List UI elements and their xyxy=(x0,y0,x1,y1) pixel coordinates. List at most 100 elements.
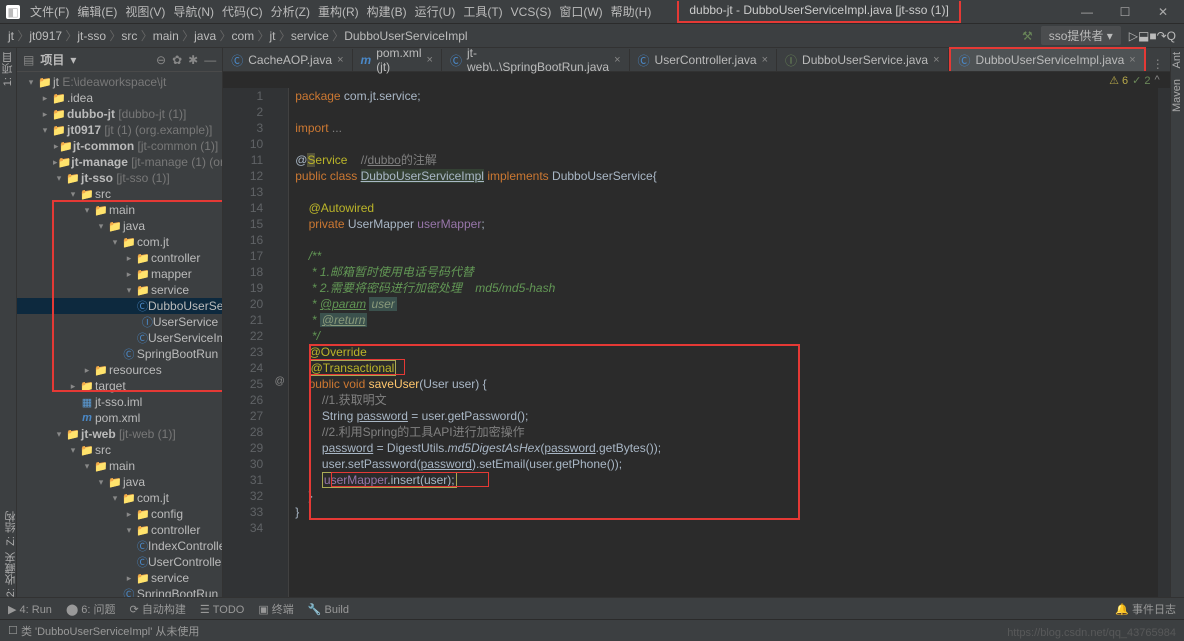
tree-node[interactable]: ▾ 📁 com.jt xyxy=(17,234,222,250)
toolbar-icon[interactable]: Q xyxy=(1167,29,1176,43)
editor-tab[interactable]: Ⓒ jt-web\..\SpringBootRun.java × xyxy=(442,49,630,71)
statusbar-item[interactable]: ☰ TODO xyxy=(200,604,245,616)
tree-node[interactable]: Ⓒ IndexController xyxy=(17,538,222,554)
statusbar-item[interactable]: 🔧 Build xyxy=(308,604,349,616)
tree-twistie[interactable]: ▸ xyxy=(67,381,79,392)
menu-VCS(S)[interactable]: VCS(S) xyxy=(511,5,552,19)
tree-node[interactable]: Ⓒ UserController xyxy=(17,554,222,570)
tree-twistie[interactable]: ▸ xyxy=(39,109,51,120)
breadcrumb-item[interactable]: src xyxy=(121,29,137,43)
tab-close-icon[interactable]: × xyxy=(614,54,620,66)
tree-node[interactable]: Ⓒ SpringBootRun xyxy=(17,586,222,597)
panel-action-icon[interactable]: ✱ xyxy=(188,53,198,67)
tree-twistie[interactable]: ▸ xyxy=(39,93,51,104)
maven-tool-button[interactable]: Maven xyxy=(1171,79,1183,112)
panel-action-icon[interactable]: — xyxy=(204,53,216,67)
menu-分析(Z)[interactable]: 分析(Z) xyxy=(271,5,310,19)
breadcrumb-item[interactable]: jt0917 xyxy=(29,29,62,43)
menu-代码(C)[interactable]: 代码(C) xyxy=(222,5,263,19)
editor-tab[interactable]: Ⓒ UserController.java × xyxy=(630,49,778,71)
indicator-toggle[interactable]: ^ xyxy=(1155,74,1160,86)
warnings-count[interactable]: ⚠ 6 xyxy=(1109,74,1128,87)
tree-node[interactable]: ▸ 📁 jt-manage [jt-manage (1) (org.exampl… xyxy=(17,154,222,170)
tree-node[interactable]: ▸ 📁 target xyxy=(17,378,222,394)
tree-node[interactable]: ▸ 📁 jt-common [jt-common (1)] xyxy=(17,138,222,154)
tree-twistie[interactable]: ▾ xyxy=(53,173,65,184)
toolbar-icon[interactable]: ↷ xyxy=(1157,29,1167,43)
tree-node[interactable]: ▾ 📁 jt-web [jt-web (1)] xyxy=(17,426,222,442)
error-stripe[interactable] xyxy=(1158,88,1170,597)
tree-twistie[interactable]: ▾ xyxy=(123,285,135,296)
close-button[interactable]: ✕ xyxy=(1148,5,1178,19)
tree-node[interactable]: ▾ 📁 jt-sso [jt-sso (1)] xyxy=(17,170,222,186)
panel-action-icon[interactable]: ✿ xyxy=(172,53,182,67)
toolbar-icon[interactable]: ▷ xyxy=(1129,29,1138,43)
statusbar-item[interactable]: ▣ 终端 xyxy=(258,604,293,616)
tree-twistie[interactable]: ▸ xyxy=(123,253,135,264)
run-config-dropdown[interactable]: sso提供者 ▾ xyxy=(1041,26,1121,45)
tree-node[interactable]: ▸ 📁 mapper xyxy=(17,266,222,282)
tree-twistie[interactable]: ▾ xyxy=(109,237,121,248)
menu-窗口(W)[interactable]: 窗口(W) xyxy=(559,5,602,19)
breadcrumb-item[interactable]: DubboUserServiceImpl xyxy=(344,29,467,43)
project-tool-button[interactable]: 1: 项目 xyxy=(0,52,16,86)
tree-twistie[interactable]: ▾ xyxy=(95,477,107,488)
statusbar-item[interactable]: ⟳ 自动构建 xyxy=(130,604,186,616)
tree-node[interactable]: ▸ 📁 config xyxy=(17,506,222,522)
tree-node[interactable]: ▸ 📁 service xyxy=(17,570,222,586)
ant-tool-button[interactable]: Ant xyxy=(1171,52,1183,69)
tree-node[interactable]: ▾ 📁 src xyxy=(17,186,222,202)
menu-工具(T)[interactable]: 工具(T) xyxy=(463,5,502,19)
tree-twistie[interactable]: ▾ xyxy=(67,189,79,200)
tree-node[interactable]: Ⓒ UserServiceImpl xyxy=(17,330,222,346)
tree-node[interactable]: ▾ 📁 jt0917 [jt (1) (org.example)] xyxy=(17,122,222,138)
breadcrumb-item[interactable]: jt-sso xyxy=(77,29,106,43)
minimize-button[interactable]: — xyxy=(1072,5,1102,19)
maximize-button[interactable]: ☐ xyxy=(1110,5,1140,19)
editor-tab[interactable]: Ⓒ CacheAOP.java × xyxy=(223,49,352,71)
tree-node[interactable]: ▦ jt-sso.iml xyxy=(17,394,222,410)
tree-node[interactable]: ▾ 📁 main xyxy=(17,202,222,218)
tree-node[interactable]: ▾ 📁 service xyxy=(17,282,222,298)
breadcrumb-item[interactable]: service xyxy=(291,29,329,43)
tree-twistie[interactable]: ▸ xyxy=(123,509,135,520)
tree-node[interactable]: ▸ 📁 dubbo-jt [dubbo-jt (1)] xyxy=(17,106,222,122)
tree-node[interactable]: ▾ 📁 jt E:\ideaworkspace\jt xyxy=(17,74,222,90)
tree-twistie[interactable]: ▾ xyxy=(95,221,107,232)
tree-twistie[interactable]: ▸ xyxy=(123,269,135,280)
menu-运行(U)[interactable]: 运行(U) xyxy=(415,5,456,19)
favorites-tool-button[interactable]: 2: 收藏夹 xyxy=(3,552,19,597)
tab-close-icon[interactable]: × xyxy=(337,54,343,66)
toolbar-icon[interactable]: ⬓ xyxy=(1138,29,1149,43)
breadcrumb-item[interactable]: com xyxy=(231,29,254,43)
tree-twistie[interactable]: ▾ xyxy=(81,461,93,472)
tree-twistie[interactable]: ▾ xyxy=(25,77,37,88)
tree-node[interactable]: ▾ 📁 src xyxy=(17,442,222,458)
tree-twistie[interactable]: ▾ xyxy=(109,493,121,504)
project-view-dropdown[interactable]: ▾ xyxy=(70,53,76,67)
code-editor[interactable]: 1231011121314151617181920212223242526272… xyxy=(223,88,1170,597)
tab-close-icon[interactable]: × xyxy=(762,54,768,66)
tree-node[interactable]: ▾ 📁 java xyxy=(17,474,222,490)
tree-node[interactable]: Ⓒ SpringBootRun xyxy=(17,346,222,362)
panel-action-icon[interactable]: ⊖ xyxy=(156,53,166,67)
tree-node[interactable]: ▸ 📁 resources xyxy=(17,362,222,378)
tree-twistie[interactable]: ▸ xyxy=(81,365,93,376)
tree-twistie[interactable]: ▾ xyxy=(81,205,93,216)
tree-node[interactable]: ▾ 📁 controller xyxy=(17,522,222,538)
build-icon[interactable]: ⚒ xyxy=(1022,29,1033,43)
tree-twistie[interactable]: ▸ xyxy=(123,573,135,584)
tab-close-icon[interactable]: × xyxy=(1129,54,1135,66)
tree-node[interactable]: ▸ 📁 controller xyxy=(17,250,222,266)
tree-node[interactable]: Ⓘ UserService xyxy=(17,314,222,330)
menu-导航(N)[interactable]: 导航(N) xyxy=(173,5,214,19)
project-tree[interactable]: ▾ 📁 jt E:\ideaworkspace\jt ▸ 📁 .idea ▸ 📁… xyxy=(17,72,222,597)
menu-帮助(H)[interactable]: 帮助(H) xyxy=(611,5,652,19)
editor-tab[interactable]: m pom.xml (jt) × xyxy=(353,49,442,71)
menu-视图(V)[interactable]: 视图(V) xyxy=(125,5,165,19)
editor-tab[interactable]: Ⓘ DubboUserService.java × xyxy=(777,49,949,71)
weak-warnings-count[interactable]: ✓ 2 xyxy=(1132,74,1150,87)
toolbar-icon[interactable]: ■ xyxy=(1149,29,1156,43)
tree-twistie[interactable]: ▾ xyxy=(39,125,51,136)
editor-tab[interactable]: Ⓒ DubboUserServiceImpl.java × xyxy=(949,47,1146,71)
